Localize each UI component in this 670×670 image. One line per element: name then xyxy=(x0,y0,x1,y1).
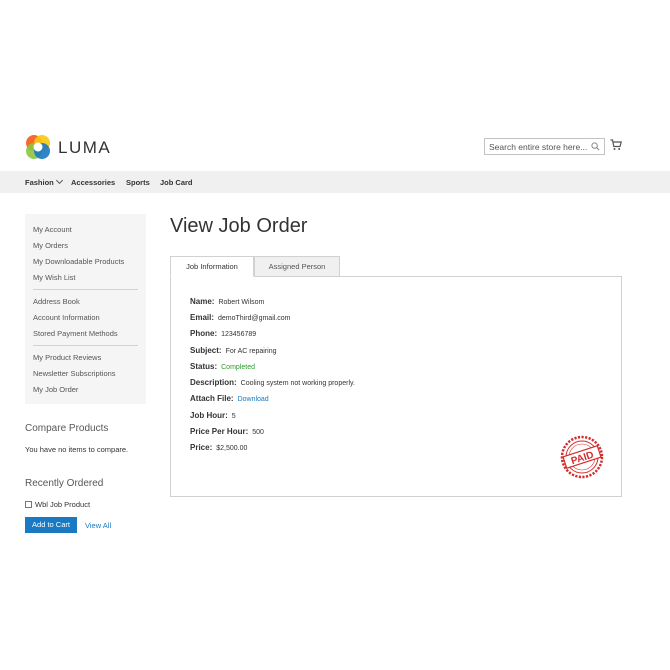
field-value: Robert Wilsom xyxy=(218,299,265,306)
field-attach-file: Attach File: Download xyxy=(190,394,269,403)
nav-item-sports[interactable]: Sports xyxy=(126,178,150,187)
field-label: Description: xyxy=(190,378,237,387)
logo-text[interactable]: LUMA xyxy=(58,138,111,158)
search-box[interactable] xyxy=(484,138,605,155)
recently-ordered-title: Recently Ordered xyxy=(25,478,104,489)
search-input[interactable] xyxy=(489,141,589,153)
job-information-panel: Name: Robert Wilsom Email: demoThird@gmail… xyxy=(170,276,622,497)
field-value: demoThird@gmail.com xyxy=(218,315,291,322)
field-status: Status: Completed xyxy=(190,362,255,371)
sidebar-item-wish-list[interactable]: My Wish List xyxy=(33,273,76,282)
view-all-link[interactable]: View All xyxy=(85,521,111,530)
field-subject: Subject: For AC repairing xyxy=(190,346,277,355)
field-value: 123456789 xyxy=(221,331,257,338)
sidebar-item-address-book[interactable]: Address Book xyxy=(33,297,80,306)
field-value: 500 xyxy=(252,429,264,436)
paid-stamp-text: PAID xyxy=(570,450,595,468)
field-price: Price: $2,500.00 xyxy=(190,443,247,452)
field-description: Description: Cooling system not working p… xyxy=(190,378,355,387)
recent-product-row: Wbl Job Product xyxy=(25,500,90,509)
sidebar-item-stored-payment-methods[interactable]: Stored Payment Methods xyxy=(33,329,118,338)
field-label: Price Per Hour: xyxy=(190,427,249,436)
sidebar-divider xyxy=(33,289,138,290)
nav-item-job-card[interactable]: Job Card xyxy=(160,178,193,187)
field-value: $2,500.00 xyxy=(216,445,248,452)
sidebar-item-account-information[interactable]: Account Information xyxy=(33,313,100,322)
recent-product-checkbox[interactable] xyxy=(25,501,32,508)
field-label: Price: xyxy=(190,443,213,452)
status-completed: Completed xyxy=(221,364,255,371)
recent-product-name[interactable]: Wbl Job Product xyxy=(35,500,90,509)
sidebar-item-my-account[interactable]: My Account xyxy=(33,225,72,234)
tab-job-information[interactable]: Job Information xyxy=(170,256,254,277)
field-label: Job Hour: xyxy=(190,411,228,420)
sidebar-divider xyxy=(33,345,138,346)
field-phone: Phone: 123456789 xyxy=(190,329,256,338)
field-label: Name: xyxy=(190,297,215,306)
field-label: Phone: xyxy=(190,329,218,338)
field-label: Email: xyxy=(190,313,215,322)
paid-stamp-icon: PAID xyxy=(560,435,604,479)
field-value: 5 xyxy=(231,413,236,420)
field-label: Attach File: xyxy=(190,394,234,403)
sidebar-item-newsletter-subscriptions[interactable]: Newsletter Subscriptions xyxy=(33,369,116,378)
field-value: Cooling system not working properly. xyxy=(240,380,355,387)
compare-products-title: Compare Products xyxy=(25,423,109,434)
cart-icon[interactable] xyxy=(610,139,622,151)
account-sidebar: My Account My Orders My Downloadable Pro… xyxy=(25,214,146,404)
nav-item-label: Fashion xyxy=(25,178,54,187)
nav-item-fashion[interactable]: Fashion xyxy=(25,176,63,187)
sidebar-item-my-job-order[interactable]: My Job Order xyxy=(33,385,78,394)
chevron-down-icon xyxy=(55,176,63,185)
sidebar-item-product-reviews[interactable]: My Product Reviews xyxy=(33,353,101,362)
field-value: For AC repairing xyxy=(225,348,277,355)
field-name: Name: Robert Wilsom xyxy=(190,297,264,306)
main-navigation: Fashion Accessories Sports Job Card xyxy=(0,171,670,193)
compare-empty-text: You have no items to compare. xyxy=(25,445,129,454)
nav-item-accessories[interactable]: Accessories xyxy=(71,178,115,187)
field-job-hour: Job Hour: 5 xyxy=(190,411,236,420)
luma-logo-icon[interactable] xyxy=(25,134,51,160)
field-label: Subject: xyxy=(190,346,222,355)
sidebar-item-downloadable-products[interactable]: My Downloadable Products xyxy=(33,257,124,266)
sidebar-item-my-orders[interactable]: My Orders xyxy=(33,241,68,250)
field-price-per-hour: Price Per Hour: 500 xyxy=(190,427,264,436)
download-link[interactable]: Download xyxy=(238,396,269,403)
tab-assigned-person[interactable]: Assigned Person xyxy=(254,256,340,277)
page-header: LUMA xyxy=(0,130,670,170)
search-icon[interactable] xyxy=(591,142,600,151)
field-email: Email: demoThird@gmail.com xyxy=(190,313,290,322)
page-title: View Job Order xyxy=(170,215,308,237)
add-to-cart-button[interactable]: Add to Cart xyxy=(25,517,77,533)
field-label: Status: xyxy=(190,362,218,371)
